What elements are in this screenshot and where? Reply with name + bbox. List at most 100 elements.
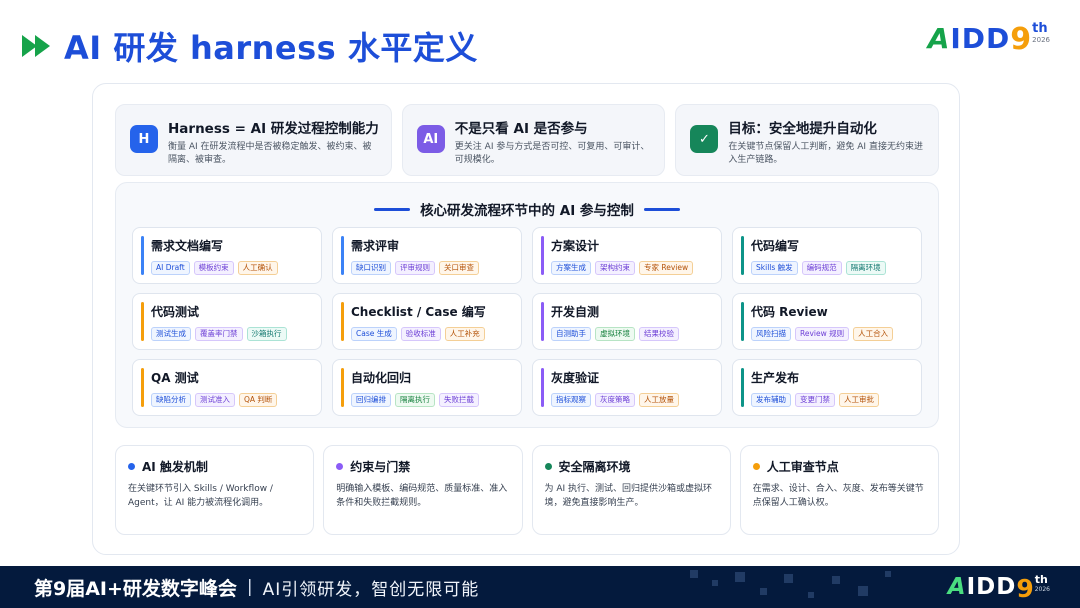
- stage-title: 灰度验证: [551, 371, 600, 385]
- stage-chip: 测试生成: [151, 327, 191, 341]
- stage-accent-bar: [541, 302, 544, 341]
- stage-title: 方案设计: [551, 239, 600, 253]
- summary-card-participation: AI 不是只看 AI 是否参与 更关注 AI 参与方式是否可控、可复用、可审计、…: [401, 104, 666, 176]
- stage-chip: Case 生成: [351, 327, 397, 341]
- stage-chip: 隔离环境: [845, 261, 886, 275]
- stage-chip: 人工审批: [839, 393, 879, 407]
- stage-chip-list: 风险扫描 Review 规则 人工合入: [751, 327, 913, 341]
- mechanism-card-title: 人工审查节点: [766, 460, 839, 474]
- stage-chip-list: Case 生成 验收标准 人工补充: [351, 327, 513, 341]
- stage-grid: 需求文档编写 AI Draft 模板约束 人工确认 需求评审 缺口识别 评审规则 关口审查 方案…: [132, 227, 922, 416]
- stage-chip: 沙箱执行: [246, 327, 287, 341]
- title-row: AI 研发 harness 水平定义: [22, 26, 478, 67]
- green-dot-icon: [544, 463, 552, 470]
- stage-chip-list: 缺口识别 评审规则 关口审查: [351, 261, 513, 275]
- stage-card: 代码 Review 风险扫描 Review 规则 人工合入: [732, 293, 922, 350]
- stage-chip: 方案生成: [551, 261, 591, 275]
- stage-chip: 发布辅助: [751, 393, 791, 407]
- footer-event-name: 第9届AI+研发数字峰会: [34, 577, 237, 600]
- mechanism-card-desc: 在需求、设计、合入、灰度、发布等关键节点保留人工确认权。: [752, 484, 924, 508]
- core-process-section: 核心研发流程环节中的 AI 参与控制 需求文档编写 AI Draft 模板约束 人工确…: [115, 182, 939, 428]
- stage-card: 自动化回归回归编排 隔离执行 失败拦截: [332, 359, 522, 416]
- stage-title: 开发自测: [551, 305, 600, 319]
- logo-edition: 9: [1016, 574, 1034, 603]
- stage-accent-bar: [141, 368, 144, 407]
- stage-chip: AI Draft: [151, 261, 190, 275]
- stage-chip: 专家 Review: [639, 261, 694, 275]
- logo-year: 2026: [1034, 586, 1050, 593]
- summary-card-desc: 衡量 AI 在研发流程中是否被稳定触发、被约束、被隔离、被审查。: [168, 142, 372, 165]
- stage-chip: 模板约束: [193, 261, 234, 275]
- ai-badge-icon: AI: [416, 125, 445, 153]
- stage-chip: Skills 触发: [751, 261, 798, 275]
- double-arrow-icon: [22, 35, 50, 57]
- footer-slogan: AI引领研发，智创无限可能: [262, 579, 480, 600]
- stage-title: 需求文档编写: [151, 239, 224, 253]
- stage-title: 生产发布: [751, 371, 800, 385]
- mechanism-card-desc: 明确输入模板、编码规范、质量标准、准入条件和失败拦截规则。: [336, 484, 508, 508]
- summary-card-goal: ✓ 目标：安全地提升自动化 在关键节点保留人工判断，避免 AI 直接无约束进入生…: [675, 104, 940, 176]
- core-section-title: 核心研发流程环节中的 AI 参与控制: [420, 203, 634, 219]
- stage-accent-bar: [141, 236, 144, 275]
- stage-card: QA 测试缺陷分析 测试准入 QA 判断: [132, 359, 322, 416]
- stage-title: QA 测试: [151, 371, 199, 385]
- logo-idd: IDD: [950, 22, 1011, 55]
- stage-chip-list: 测试生成 覆盖率门禁 沙箱执行: [151, 327, 313, 341]
- stage-accent-bar: [341, 302, 344, 341]
- summary-cards: H Harness = AI 研发过程控制能力 衡量 AI 在研发流程中是否被稳…: [115, 104, 940, 176]
- checkmark-badge-icon: ✓: [690, 125, 719, 153]
- stage-chip-list: AI Draft 模板约束 人工确认: [151, 261, 313, 275]
- stage-chip: 评审规则: [395, 261, 435, 275]
- stage-chip: 缺陷分析: [151, 393, 191, 407]
- stage-chip: 关口审查: [439, 261, 479, 275]
- stage-chip-list: 指标观察 灰度策略 人工放量: [551, 393, 713, 407]
- heading-rule-right: [643, 207, 680, 211]
- stage-chip: QA 判断: [239, 393, 278, 407]
- stage-card: 开发自测 自测助手 虚拟环境 结果校验: [532, 293, 722, 350]
- footer-text: 第9届AI+研发数字峰会 | AI引领研发，智创无限可能: [34, 566, 479, 608]
- stage-chip: 测试准入: [195, 393, 235, 407]
- summary-card-title: Harness = AI 研发过程控制能力: [168, 121, 379, 137]
- summary-card-desc: 更关注 AI 参与方式是否可控、可复用、可审计、可规模化。: [454, 142, 650, 165]
- mechanism-card-desc: 为 AI 执行、测试、回归提供沙箱或虚拟环境，避免直接影响生产。: [544, 484, 713, 508]
- stage-card: 需求评审缺口识别 评审规则 关口审查: [332, 227, 522, 284]
- stage-chip: 变更门禁: [795, 393, 835, 407]
- stage-accent-bar: [141, 302, 144, 341]
- stage-chip: 风险扫描: [751, 327, 791, 341]
- purple-dot-icon: [336, 463, 344, 470]
- mechanism-card-isolation: 安全隔离环境 为 AI 执行、测试、回归提供沙箱或虚拟环境，避免直接影响生产。: [531, 445, 731, 535]
- stage-chip-list: 回归编排 隔离执行 失败拦截: [351, 393, 513, 407]
- logo-edition: 9: [1010, 22, 1032, 57]
- summary-card-title: 目标：安全地提升自动化: [728, 121, 877, 137]
- stage-accent-bar: [741, 302, 744, 341]
- stage-accent-bar: [341, 236, 344, 275]
- mechanism-card-title: 约束与门禁: [350, 460, 411, 474]
- stage-title: Checklist / Case 编写: [351, 305, 486, 319]
- stage-card: 需求文档编写 AI Draft 模板约束 人工确认: [132, 227, 322, 284]
- stage-title: 自动化回归: [351, 371, 412, 385]
- stage-title: 代码测试: [151, 305, 200, 319]
- orange-dot-icon: [752, 463, 760, 470]
- stage-title: 代码编写: [751, 239, 800, 253]
- stage-accent-bar: [341, 368, 344, 407]
- aidd-logo: A IDD 9 th 2026: [928, 22, 1050, 58]
- footer-banner: 第9届AI+研发数字峰会 | AI引领研发，智创无限可能: [0, 566, 1080, 608]
- summary-card-title: 不是只看 AI 是否参与: [454, 121, 588, 137]
- logo-edition-suffix: th: [1034, 573, 1048, 586]
- stage-chip: 人工合入: [853, 327, 894, 341]
- stage-chip-list: 方案生成 架构约束 专家 Review: [551, 261, 713, 275]
- stage-card: 灰度验证指标观察 灰度策略 人工放量: [532, 359, 722, 416]
- mechanism-card-title: 安全隔离环境: [558, 460, 631, 474]
- stage-chip: 编码规范: [801, 261, 842, 275]
- h-badge-icon: H: [130, 125, 158, 153]
- footer-separator: |: [246, 577, 253, 597]
- aidd-logo-footer: A IDD 9 th 2026: [948, 573, 1050, 604]
- stage-chip: 回归编排: [351, 393, 391, 407]
- stage-card: 代码测试测试生成 覆盖率门禁 沙箱执行: [132, 293, 322, 350]
- stage-title: 需求评审: [351, 239, 400, 253]
- stage-accent-bar: [541, 236, 544, 275]
- stage-title: 代码 Review: [751, 305, 828, 319]
- stage-chip-list: 发布辅助 变更门禁 人工审批: [751, 393, 913, 407]
- logo-idd: IDD: [966, 574, 1017, 600]
- stage-chip: 结果校验: [639, 327, 679, 341]
